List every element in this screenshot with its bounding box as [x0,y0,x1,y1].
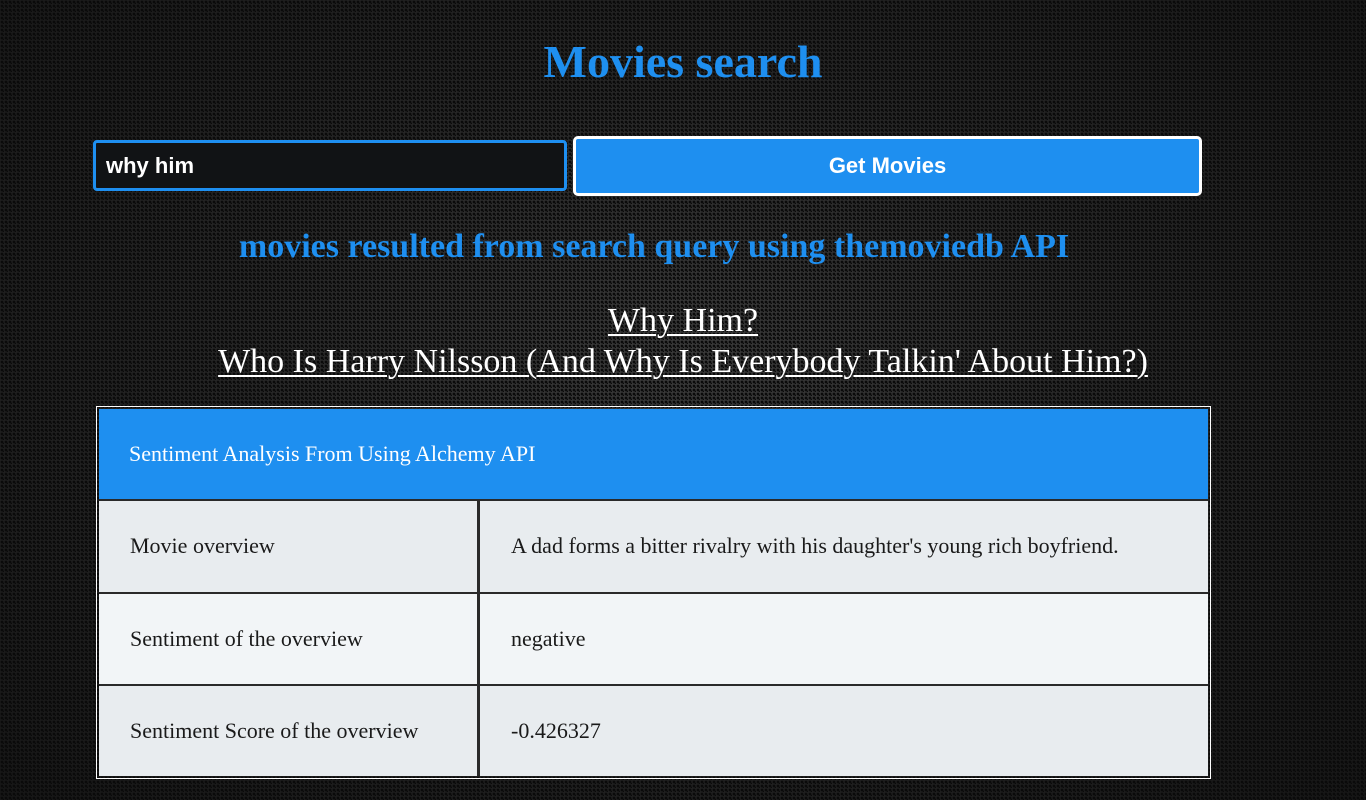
row-value-score: -0.426327 [480,685,1208,776]
result-link-harry-nilsson[interactable]: Who Is Harry Nilsson (And Why Is Everybo… [0,341,1366,382]
result-link-why-him[interactable]: Why Him? [0,300,1366,341]
row-value-overview: A dad forms a bitter rivalry with his da… [480,501,1208,594]
sentiment-table: Sentiment Analysis From Using Alchemy AP… [96,406,1211,779]
sentiment-table-header: Sentiment Analysis From Using Alchemy AP… [99,409,1208,502]
row-value-sentiment: negative [480,593,1208,686]
get-movies-button[interactable]: Get Movies [573,136,1202,196]
row-label-score: Sentiment Score of the overview [99,685,480,776]
search-input[interactable] [93,140,567,191]
page-title: Movies search [543,36,823,87]
row-label-overview: Movie overview [99,501,480,594]
results-subtitle: movies resulted from search query using … [238,228,1070,265]
table-row: Sentiment Score of the overview -0.42632… [99,685,1208,776]
table-row: Movie overview A dad forms a bitter riva… [99,501,1208,594]
row-label-sentiment: Sentiment of the overview [99,593,480,686]
table-row: Sentiment of the overview negative [99,593,1208,686]
results-list: Why Him? Who Is Harry Nilsson (And Why I… [0,300,1366,382]
